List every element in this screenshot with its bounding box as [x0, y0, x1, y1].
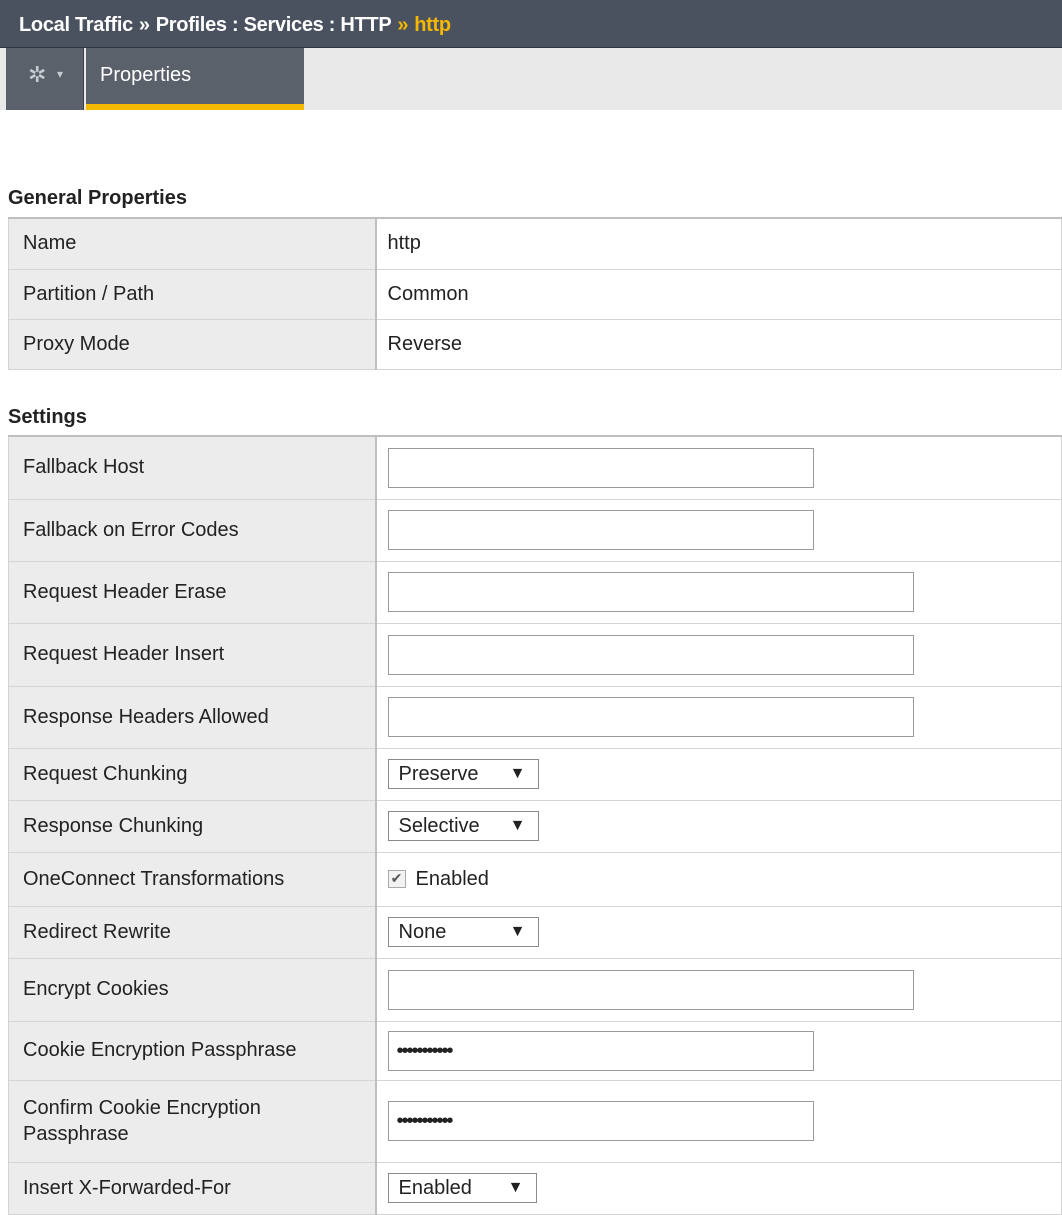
settings-table: Fallback Host Fallback on Error Codes Re… — [8, 435, 1062, 1215]
table-row: Proxy Mode Reverse — [8, 318, 1062, 370]
fallback-error-codes-input[interactable] — [387, 510, 814, 550]
select-value: None — [398, 921, 447, 943]
name-label: Name — [8, 217, 377, 270]
table-row: OneConnect Transformations ✔ Enabled — [8, 851, 1062, 907]
cookie-passphrase-input[interactable]: ••••••••••• — [387, 1030, 814, 1071]
oneconnect-checkbox-text: Enabled — [415, 867, 489, 890]
breadcrumb-separator: » — [138, 14, 150, 36]
oneconnect-checkbox[interactable]: ✔ — [387, 870, 406, 889]
partition-label: Partition / Path — [8, 268, 377, 320]
tab-strip: ✲ ▾ Properties — [0, 48, 1062, 110]
tab-label: Properties — [100, 64, 192, 86]
table-row: Request Header Insert — [8, 622, 1062, 687]
table-row: Request Chunking Preserve ▼ — [8, 747, 1062, 801]
table-row: Cookie Encryption Passphrase ••••••••••• — [8, 1020, 1062, 1081]
redirect-rewrite-select[interactable]: None ▼ — [387, 917, 539, 947]
name-value: http — [375, 217, 1062, 270]
table-row: Partition / Path Common — [8, 268, 1062, 320]
request-chunking-label: Request Chunking — [8, 747, 377, 801]
header-bar: Local Traffic» Profiles : Services : HTTP… — [0, 0, 1062, 48]
table-row: Fallback Host — [8, 435, 1062, 500]
breadcrumb-local-traffic[interactable]: Local Traffic — [19, 14, 133, 36]
general-properties-table: Name http Partition / Path Common Proxy … — [8, 217, 1062, 370]
request-header-erase-input[interactable] — [387, 572, 914, 612]
table-row: Insert X-Forwarded-For Enabled ▼ — [8, 1161, 1062, 1215]
select-value: Enabled — [398, 1177, 472, 1199]
select-value: Selective — [398, 815, 480, 837]
request-header-insert-label: Request Header Insert — [8, 622, 377, 687]
response-headers-allowed-label: Response Headers Allowed — [8, 685, 377, 749]
request-header-erase-label: Request Header Erase — [8, 560, 377, 624]
request-chunking-select[interactable]: Preserve ▼ — [387, 759, 539, 789]
fallback-host-input[interactable] — [387, 447, 814, 488]
insert-xff-select[interactable]: Enabled ▼ — [387, 1173, 537, 1203]
table-row: Encrypt Cookies — [8, 957, 1062, 1022]
fallback-error-codes-label: Fallback on Error Codes — [8, 498, 377, 562]
table-row: Confirm Cookie Encryption Passphrase •••… — [8, 1079, 1062, 1163]
table-row: Response Headers Allowed — [8, 685, 1062, 749]
breadcrumb-profiles[interactable]: Profiles : Services : HTTP — [156, 14, 392, 36]
table-row: Request Header Erase — [8, 560, 1062, 624]
proxy-mode-value: Reverse — [375, 318, 1062, 370]
dropdown-arrow-icon: ▼ — [509, 817, 526, 834]
oneconnect-label: OneConnect Transformations — [8, 851, 377, 907]
proxy-mode-label: Proxy Mode — [8, 318, 377, 370]
select-value: Preserve — [398, 763, 479, 785]
response-chunking-label: Response Chunking — [8, 799, 377, 853]
table-row: Response Chunking Selective ▼ — [8, 799, 1062, 853]
cookie-passphrase-label: Cookie Encryption Passphrase — [8, 1020, 377, 1081]
gear-menu-button[interactable]: ✲ ▾ — [6, 48, 84, 110]
encrypt-cookies-label: Encrypt Cookies — [8, 957, 377, 1022]
confirm-passphrase-label: Confirm Cookie Encryption Passphrase — [8, 1079, 377, 1163]
table-row: Name http — [8, 217, 1062, 270]
breadcrumb-current: http — [414, 14, 451, 36]
tab-properties[interactable]: Properties — [86, 48, 304, 110]
response-headers-allowed-input[interactable] — [387, 697, 914, 737]
partition-value: Common — [375, 268, 1062, 320]
dropdown-arrow-icon: ▼ — [509, 765, 526, 782]
table-row: Fallback on Error Codes — [8, 498, 1062, 562]
gear-icon: ✲ — [28, 62, 47, 87]
section-title-general: General Properties — [8, 187, 187, 209]
confirm-passphrase-input[interactable]: ••••••••••• — [387, 1101, 814, 1141]
breadcrumb: Local Traffic» Profiles : Services : HTTP… — [19, 14, 451, 37]
insert-xff-label: Insert X-Forwarded-For — [8, 1161, 377, 1215]
response-chunking-select[interactable]: Selective ▼ — [387, 811, 539, 841]
dropdown-arrow-icon: ▼ — [509, 923, 526, 940]
table-row: Redirect Rewrite None ▼ — [8, 905, 1062, 959]
section-title-settings: Settings — [8, 406, 87, 428]
dropdown-arrow-icon: ▼ — [507, 1179, 524, 1196]
breadcrumb-separator: » — [397, 14, 409, 36]
encrypt-cookies-input[interactable] — [387, 969, 914, 1010]
fallback-host-label: Fallback Host — [8, 435, 377, 500]
redirect-rewrite-label: Redirect Rewrite — [8, 905, 377, 959]
chevron-down-icon: ▾ — [57, 67, 64, 81]
request-header-insert-input[interactable] — [387, 634, 914, 675]
